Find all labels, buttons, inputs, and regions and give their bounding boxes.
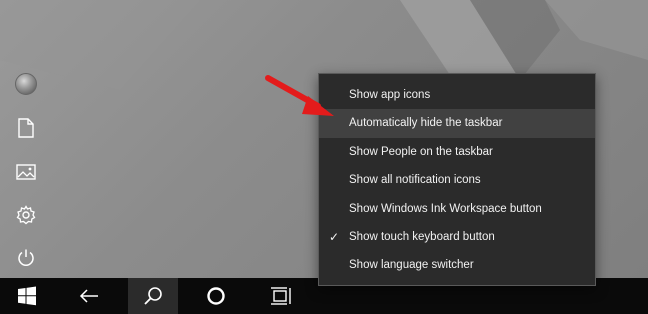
power-button[interactable] bbox=[12, 244, 40, 272]
menu-item-auto-hide-taskbar[interactable]: Automatically hide the taskbar bbox=[319, 109, 595, 138]
search-button[interactable] bbox=[128, 278, 178, 314]
back-arrow-icon bbox=[79, 289, 98, 303]
document-icon bbox=[18, 118, 34, 138]
power-icon bbox=[18, 249, 34, 266]
menu-item-show-notification-icons[interactable]: Show all notification icons bbox=[319, 166, 595, 194]
menu-item-label: Show People on the taskbar bbox=[349, 145, 493, 158]
menu-item-label: Show Windows Ink Workspace button bbox=[349, 202, 542, 215]
windows-logo-icon bbox=[18, 286, 36, 306]
menu-item-show-people[interactable]: Show People on the taskbar bbox=[319, 138, 595, 166]
back-button[interactable] bbox=[64, 278, 114, 314]
cortana-button[interactable] bbox=[191, 278, 241, 314]
documents-button[interactable] bbox=[12, 114, 40, 142]
user-avatar[interactable] bbox=[12, 70, 40, 98]
menu-item-show-ink-workspace[interactable]: Show Windows Ink Workspace button bbox=[319, 195, 595, 223]
menu-item-label: Show language switcher bbox=[349, 259, 474, 272]
menu-item-show-app-icons[interactable]: Show app icons bbox=[319, 81, 595, 109]
picture-icon bbox=[16, 164, 36, 180]
menu-item-label: Show touch keyboard button bbox=[349, 230, 495, 243]
taskbar-context-menu: Show app icons Automatically hide the ta… bbox=[318, 73, 596, 286]
menu-item-label: Show all notification icons bbox=[349, 174, 481, 187]
pictures-button[interactable] bbox=[12, 158, 40, 186]
menu-item-label: Show app icons bbox=[349, 89, 431, 101]
menu-item-label: Automatically hide the taskbar bbox=[349, 117, 503, 130]
start-button[interactable] bbox=[2, 278, 52, 314]
checkmark-icon: ✓ bbox=[329, 229, 340, 244]
settings-button[interactable] bbox=[12, 201, 40, 229]
circle-icon bbox=[207, 287, 225, 305]
menu-item-show-touch-keyboard[interactable]: ✓ Show touch keyboard button bbox=[319, 223, 595, 251]
gear-icon bbox=[16, 205, 36, 225]
search-icon bbox=[144, 287, 162, 305]
task-view-icon bbox=[271, 287, 291, 305]
red-arrow-icon bbox=[265, 75, 334, 116]
avatar bbox=[15, 73, 37, 95]
menu-item-show-language-switcher[interactable]: Show language switcher bbox=[319, 251, 595, 279]
start-menu-rail bbox=[0, 62, 52, 278]
task-view-button[interactable] bbox=[256, 278, 306, 314]
